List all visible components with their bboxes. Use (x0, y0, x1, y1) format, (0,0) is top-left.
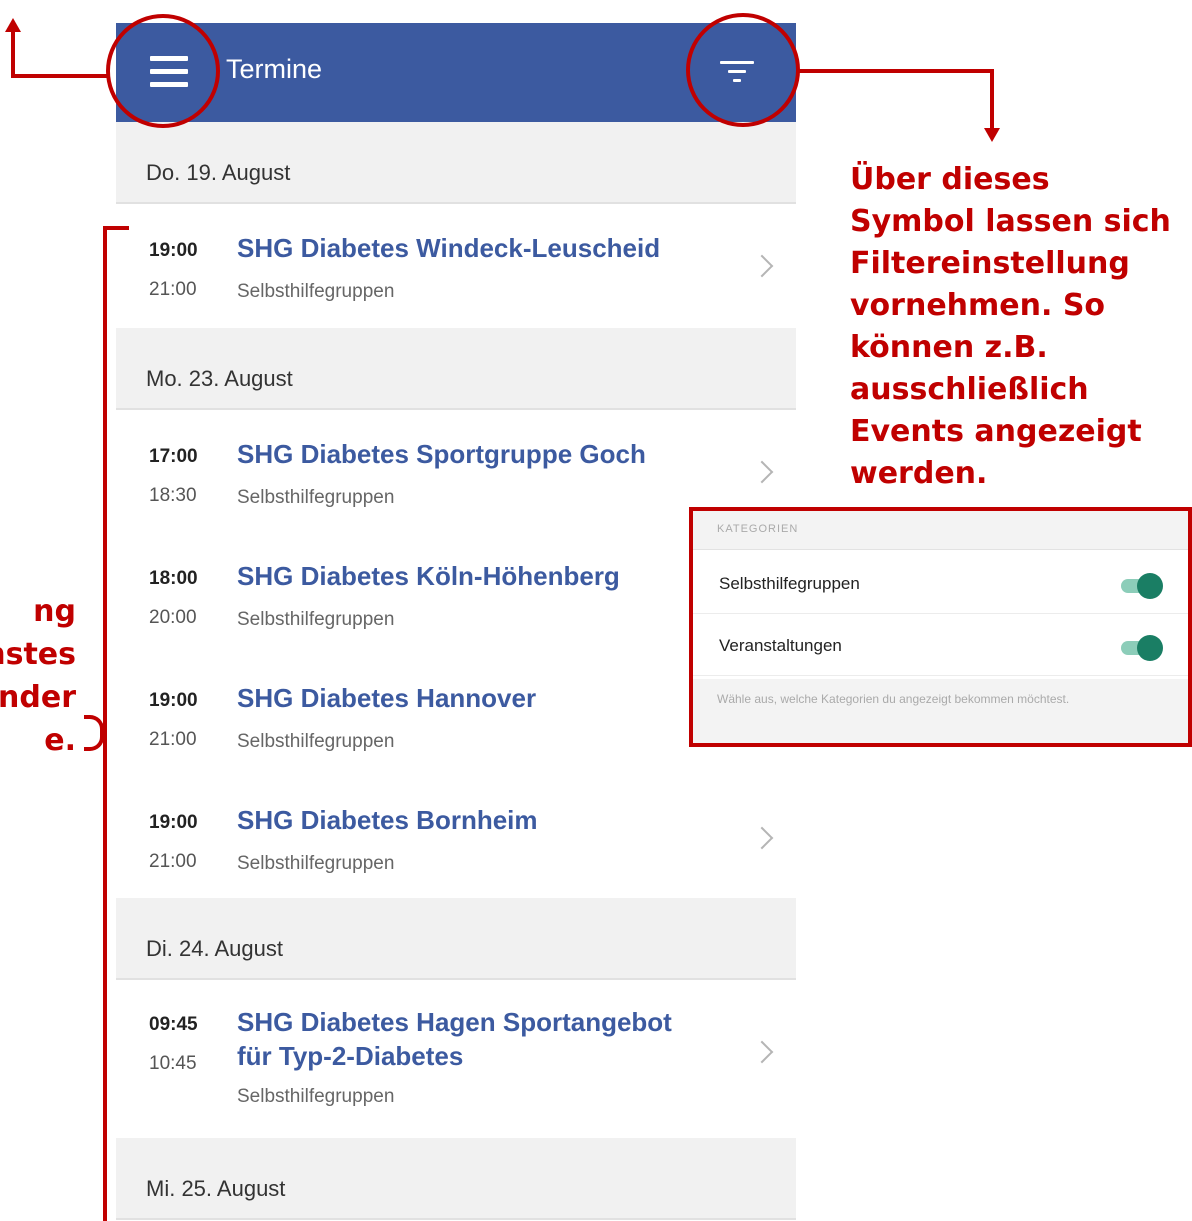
chevron-right-icon (750, 254, 774, 278)
event-category: Selbsthilfegruppen (237, 853, 395, 874)
event-category: Selbsthilfegruppen (237, 487, 395, 508)
event-item[interactable]: 19:00 21:00 SHG Diabetes Windeck-Leusche… (116, 204, 796, 328)
end-time: 18:30 (149, 485, 197, 506)
date-header: Do. 19. August (116, 122, 796, 204)
event-category: Selbsthilfegruppen (237, 731, 395, 752)
toggle-knob[interactable] (1137, 573, 1163, 599)
bracket-line (103, 226, 107, 1221)
event-title: SHG Diabetes Hannover (237, 683, 537, 713)
date-header: Mo. 23. August (116, 328, 796, 410)
menu-highlight-circle (106, 14, 220, 128)
chevron-right-icon (750, 1040, 774, 1064)
event-title: SHG Diabetes Bornheim (237, 805, 538, 835)
end-time: 21:00 (149, 729, 197, 750)
end-time: 10:45 (149, 1053, 197, 1074)
end-time: 21:00 (149, 279, 197, 300)
event-title: SHG Diabetes Windeck-Leuscheid (237, 233, 661, 263)
start-time: 09:45 (149, 1014, 198, 1035)
end-time: 21:00 (149, 851, 197, 872)
event-title: SHG Diabetes Köln-Höhenberg (237, 561, 620, 591)
filter-annotation: Über dieses Symbol lassen sich Filterein… (850, 162, 1171, 491)
connector-line (798, 69, 994, 73)
event-category: Selbsthilfegruppen (237, 609, 395, 630)
start-time: 19:00 (149, 812, 198, 833)
panel-note: Wähle aus, welche Kategorien du angezeig… (693, 679, 1188, 743)
arrow-up-icon (5, 18, 21, 32)
toggle-knob[interactable] (1137, 635, 1163, 661)
event-category: Selbsthilfegruppen (237, 1086, 395, 1107)
start-time: 19:00 (149, 240, 198, 261)
toggle-label: Veranstaltungen (719, 636, 842, 655)
connector-line (990, 69, 994, 131)
bracket-point (84, 731, 104, 751)
chevron-right-icon (750, 460, 774, 484)
event-item[interactable]: 09:45 10:45 SHG Diabetes Hagen Sportange… (116, 980, 796, 1138)
toggle-row-selbsthilfegruppen[interactable]: Selbsthilfegruppen (693, 555, 1188, 614)
connector-line (11, 74, 107, 78)
toggle-label: Selbsthilfegruppen (719, 574, 860, 593)
date-header: Mi. 25. August (116, 1138, 796, 1220)
end-time: 20:00 (149, 607, 197, 628)
event-category: Selbsthilfegruppen (237, 281, 395, 302)
event-title: SHG Diabetes Sportgruppe Goch (237, 439, 646, 469)
event-item[interactable]: 19:00 21:00 SHG Diabetes Bornheim Selbst… (116, 776, 796, 898)
start-time: 18:00 (149, 568, 198, 589)
filter-panel: KATEGORIEN Selbsthilfegruppen Veranstalt… (689, 507, 1192, 747)
chevron-right-icon (750, 826, 774, 850)
filter-highlight-circle (686, 13, 800, 127)
arrow-down-icon (984, 128, 1000, 142)
page-title: Termine (226, 54, 323, 84)
toggle-row-veranstaltungen[interactable]: Veranstaltungen (693, 617, 1188, 676)
start-time: 19:00 (149, 690, 198, 711)
panel-header: KATEGORIEN (693, 511, 1188, 550)
bracket-line (103, 226, 129, 230)
list-annotation: ng nstes ender e. (0, 594, 76, 758)
start-time: 17:00 (149, 446, 198, 467)
date-header: Di. 24. August (116, 898, 796, 980)
connector-line (11, 30, 15, 78)
event-title: SHG Diabetes Hagen Sportangebot für Typ-… (237, 1007, 672, 1071)
